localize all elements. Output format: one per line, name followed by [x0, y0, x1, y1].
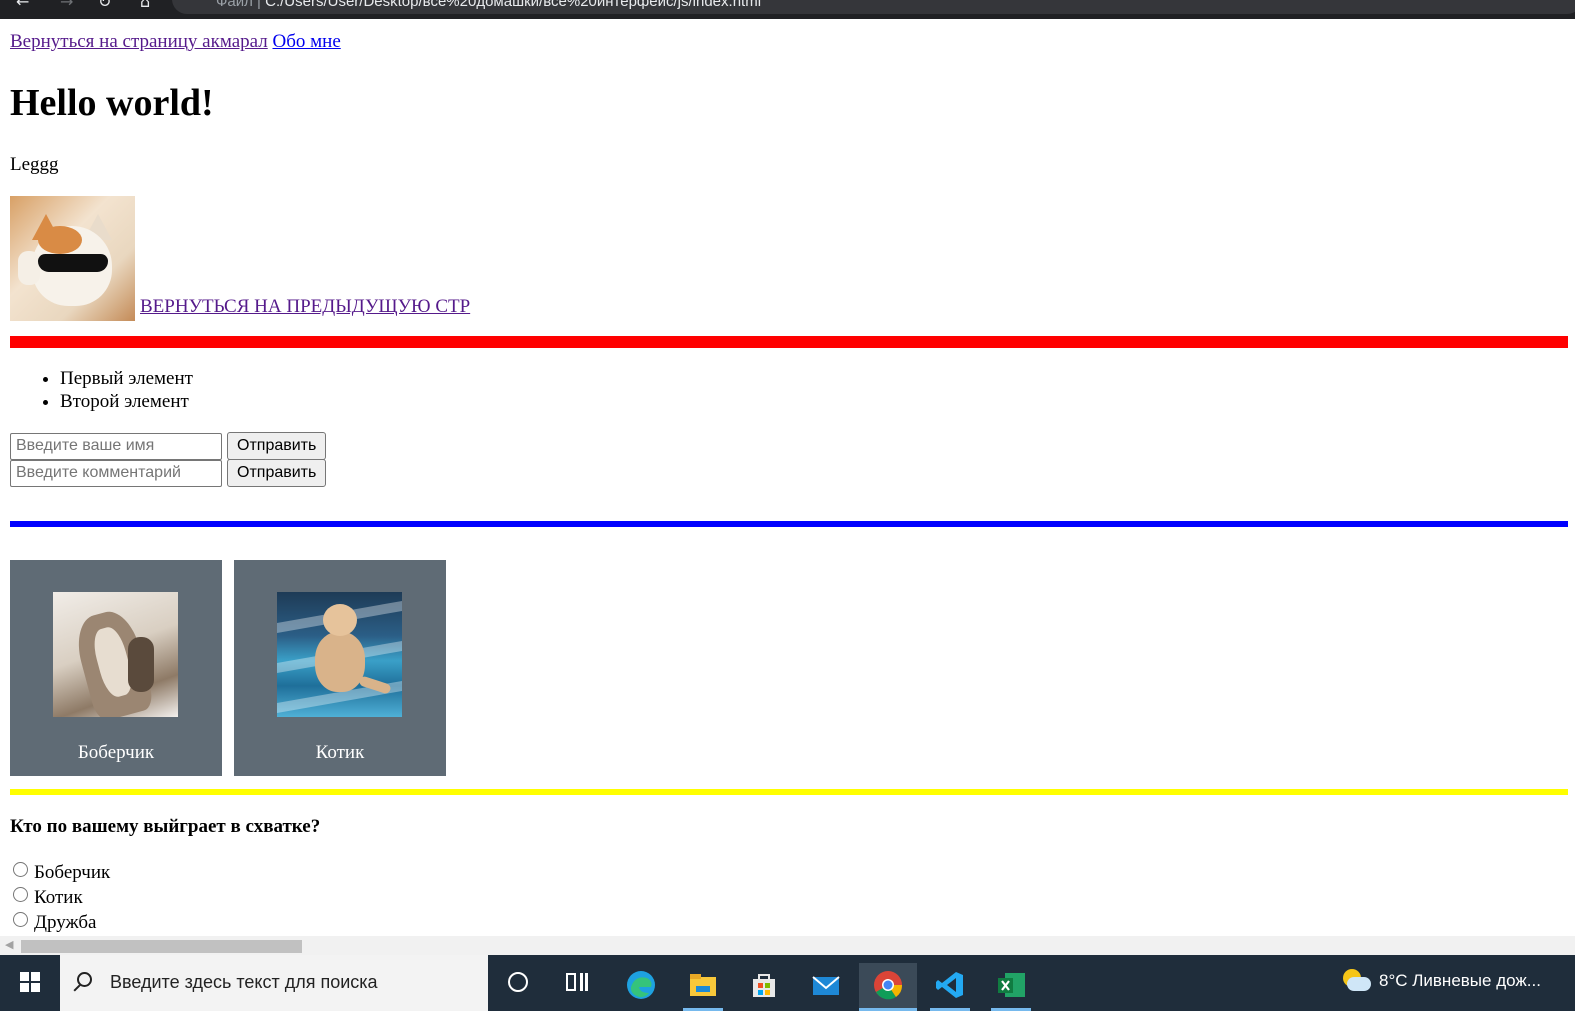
chrome-icon[interactable]	[859, 963, 917, 1011]
comment-form: Отправить	[10, 459, 327, 487]
list-item: Первый элемент	[60, 367, 193, 390]
top-links: Вернуться на страницу акмарал Обо мне	[10, 31, 341, 53]
blue-divider	[10, 521, 1568, 527]
address-bar[interactable]: Файл | C:/Users/User/Desktop/все%20домаш…	[172, 0, 1575, 14]
taskbar: Введите здесь текст для поиска 8°C Ливне…	[0, 955, 1575, 1011]
poll-option-label: Дружба	[34, 912, 97, 933]
name-input[interactable]	[10, 432, 222, 460]
red-divider	[10, 336, 1568, 348]
file-explorer-icon[interactable]	[674, 963, 732, 1011]
card-kitten[interactable]: Котик	[234, 560, 446, 776]
excel-icon[interactable]	[982, 963, 1040, 1011]
card-caption: Котик	[315, 742, 365, 763]
submit-name-button[interactable]: Отправить	[227, 432, 327, 460]
cat-image-row: ВЕРНУТЬСЯ НА ПРЕДЫДУЩУЮ СТР	[10, 196, 470, 321]
kitten-image	[277, 592, 402, 717]
reload-icon[interactable]: ↻	[98, 0, 111, 11]
radio-button[interactable]	[13, 887, 28, 902]
home-icon[interactable]: ⌂	[140, 0, 150, 11]
windows-logo-icon	[20, 972, 40, 992]
radio-button[interactable]	[13, 912, 28, 927]
name-form: Отправить	[10, 432, 327, 460]
poll-option[interactable]: Боберчик	[13, 860, 110, 885]
bullet-list: Первый элемент Второй элемент	[10, 367, 193, 413]
page-title: Hello world!	[10, 82, 214, 124]
task-view-icon[interactable]	[566, 971, 588, 993]
store-icon[interactable]	[735, 963, 793, 1011]
taskbar-search[interactable]: Введите здесь текст для поиска	[60, 955, 488, 1011]
yellow-divider	[10, 789, 1568, 795]
about-me-link[interactable]: Обо мне	[273, 31, 341, 52]
back-to-page-link[interactable]: Вернуться на страницу акмарал	[10, 31, 268, 52]
radio-button[interactable]	[13, 862, 28, 877]
back-arrow-icon[interactable]: ←	[16, 0, 29, 11]
address-url: C:/Users/User/Desktop/все%20домашки/все%…	[265, 0, 762, 10]
horizontal-scrollbar[interactable]: ◀	[0, 936, 1575, 955]
back-previous-page-link[interactable]: ВЕРНУТЬСЯ НА ПРЕДЫДУЩУЮ СТР	[140, 296, 470, 317]
poll-option[interactable]: Дружба	[13, 910, 110, 935]
poll-option-label: Боберчик	[34, 862, 111, 883]
scrollbar-thumb[interactable]	[21, 940, 302, 953]
mail-icon[interactable]	[797, 963, 855, 1011]
poll-options: Боберчик Котик Дружба	[13, 860, 110, 935]
scroll-left-icon[interactable]: ◀	[5, 938, 13, 951]
edge-icon[interactable]	[612, 963, 670, 1011]
browser-toolbar: ← → ↻ ⌂ Файл | C:/Users/User/Desktop/все…	[0, 0, 1575, 19]
submit-comment-button[interactable]: Отправить	[227, 459, 327, 487]
poll-option[interactable]: Котик	[13, 885, 110, 910]
search-icon	[77, 972, 92, 987]
poll-question: Кто по вашему выйграет в схватке?	[10, 816, 321, 837]
list-item: Второй элемент	[60, 390, 193, 413]
vscode-icon[interactable]	[921, 963, 979, 1011]
cool-cat-image	[10, 196, 135, 321]
paragraph-text: Leggg	[10, 154, 59, 175]
card-caption: Боберчик	[77, 742, 155, 763]
taskbar-search-placeholder: Введите здесь текст для поиска	[110, 972, 378, 992]
otter-image	[53, 592, 178, 717]
start-button[interactable]	[0, 955, 60, 1011]
cortana-icon[interactable]	[508, 972, 528, 992]
address-prefix: Файл |	[216, 0, 261, 10]
forward-arrow-icon[interactable]: →	[60, 0, 73, 11]
card-otter[interactable]: Боберчик	[10, 560, 222, 776]
weather-text: 8°C Ливневые дож...	[1379, 971, 1541, 990]
comment-input[interactable]	[10, 459, 222, 487]
poll-option-label: Котик	[34, 887, 83, 908]
